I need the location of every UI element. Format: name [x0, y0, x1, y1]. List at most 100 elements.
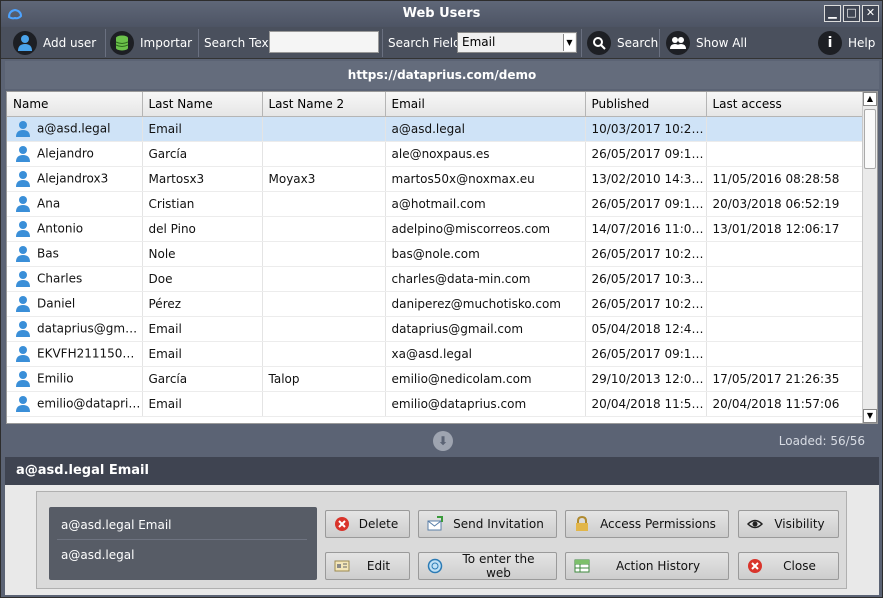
scroll-up-icon[interactable]: ▲: [863, 92, 877, 106]
table-row[interactable]: Antonio del Pino adelpino@miscorreos.com 14…: [7, 216, 864, 242]
table-cell: Email: [142, 391, 263, 417]
table-cell: Charles: [7, 266, 143, 292]
maximize-button[interactable]: □: [843, 5, 860, 22]
action-history-button[interactable]: Action History: [565, 552, 729, 580]
search-icon: [587, 31, 611, 55]
cell-text: EKVFH21115062747: [37, 346, 141, 360]
column-header[interactable]: Email: [385, 92, 586, 117]
table-cell: Antonio: [7, 216, 143, 242]
table-row[interactable]: Ana Cristian a@hotmail.com 26/05/2017 09:15…: [7, 191, 864, 217]
table-cell: 26/05/2017 09:15:40: [585, 191, 707, 217]
add-user-icon: [13, 31, 37, 55]
cell-text: Email: [148, 321, 182, 336]
search-field-select[interactable]: Email ▼: [457, 32, 577, 53]
close-window-button[interactable]: ✕: [862, 5, 879, 22]
vertical-scrollbar[interactable]: ▲ ▼: [862, 92, 877, 423]
table-cell: [706, 341, 864, 367]
table-cell: 17/05/2017 21:26:35: [706, 366, 864, 392]
cell-text: Emilio: [37, 371, 74, 385]
delete-icon: [335, 517, 349, 531]
import-button[interactable]: Importar: [110, 30, 192, 56]
send-invitation-button[interactable]: Send Invitation: [418, 510, 557, 538]
toolbar-divider: [659, 29, 660, 57]
table-cell: [262, 191, 386, 217]
toolbar: Add user Importar Search Text Search Fie…: [1, 27, 882, 59]
help-label: Help: [848, 36, 876, 50]
table-cell: Bas: [7, 241, 143, 267]
minimize-button[interactable]: ▁: [824, 5, 841, 22]
table-row[interactable]: Emilio García Talop emilio@nedicolam.com 29/…: [7, 366, 864, 392]
download-icon[interactable]: ⬇: [433, 431, 453, 451]
cell-text: 05/04/2018 12:49:42: [591, 321, 706, 336]
users-table: Name Last Name Last Name 2 Email Publish…: [6, 91, 878, 424]
column-header[interactable]: Name: [7, 92, 143, 117]
table-cell: [706, 266, 864, 292]
table-cell: 05/04/2018 12:49:42: [585, 316, 707, 342]
cell-text: Nole: [148, 246, 176, 261]
user-icon: [16, 145, 30, 162]
edit-button[interactable]: Edit: [325, 552, 410, 580]
table-cell: emilio@dataprius.com: [385, 391, 586, 417]
table-row[interactable]: Alejandrox3 Martosx3 Moyax3 martos50x@noxma…: [7, 166, 864, 192]
table-cell: Email: [142, 116, 263, 142]
help-button[interactable]: i Help: [818, 30, 875, 56]
toolbar-divider: [198, 29, 199, 57]
cell-text: emilio@dataprіu...: [37, 396, 142, 410]
table-cell: adelpino@miscorreos.com: [385, 216, 586, 242]
table-row[interactable]: dataprius@gmail... Email dataprius@gmail.c…: [7, 316, 864, 342]
table-cell: 26/05/2017 09:15:40: [585, 141, 707, 167]
loaded-count: Loaded: 56/56: [778, 434, 865, 448]
web-users-window: Web Users ▁ □ ✕ Add user Importar Search…: [0, 0, 883, 598]
send-mail-icon: [427, 516, 443, 531]
cell-text: 17/05/2017 21:26:35: [712, 371, 840, 386]
add-user-button[interactable]: Add user: [13, 30, 96, 56]
info-icon: i: [818, 31, 842, 55]
table-history-icon: [574, 559, 590, 573]
table-cell: 26/05/2017 10:34:53: [585, 266, 707, 292]
column-header[interactable]: Last Name: [142, 92, 263, 117]
table-row[interactable]: Daniel Pérez daniperez@muchotisko.com 26/05…: [7, 291, 864, 317]
users-icon: [666, 31, 690, 55]
column-header[interactable]: Last access: [706, 92, 864, 117]
close-button[interactable]: Close: [738, 552, 839, 580]
show-all-button[interactable]: Show All: [666, 30, 747, 56]
visibility-button[interactable]: Visibility: [738, 510, 839, 538]
cell-text: 11/05/2016 08:28:58: [712, 171, 840, 186]
search-text-label: Search Text: [204, 36, 274, 50]
table-row[interactable]: Charles Doe charles@data-min.com 26/05/2017…: [7, 266, 864, 292]
table-cell: dataprius@gmail.com: [385, 316, 586, 342]
close-icon: ✕: [865, 6, 876, 19]
column-header[interactable]: Last Name 2: [262, 92, 386, 117]
table-row[interactable]: Bas Nole bas@nole.com 26/05/2017 10:29:16: [7, 241, 864, 267]
table-cell: daniperez@muchotisko.com: [385, 291, 586, 317]
search-text-input[interactable]: [269, 31, 379, 53]
search-field-label: Search Field: [388, 36, 461, 50]
cell-text: Alejandrox3: [37, 171, 109, 185]
table-cell: dataprius@gmail...: [7, 316, 143, 342]
database-icon: [110, 31, 134, 55]
column-header[interactable]: Published: [585, 92, 707, 117]
table-cell: 14/07/2016 11:05:54: [585, 216, 707, 242]
lock-icon: [576, 516, 588, 531]
search-button[interactable]: Search: [587, 30, 658, 56]
cell-text: dataprius@gmail.com: [391, 321, 524, 336]
globe-search-icon: [427, 558, 443, 574]
url-bar: https://dataprius.com/demo: [5, 61, 879, 89]
user-icon: [16, 170, 30, 187]
scroll-thumb[interactable]: [864, 109, 876, 169]
table-row[interactable]: a@asd.legal Email a@asd.legal 10/03/2017 10…: [7, 116, 864, 142]
table-cell: [262, 391, 386, 417]
delete-button[interactable]: Delete: [325, 510, 410, 538]
scroll-down-icon[interactable]: ▼: [863, 409, 877, 423]
table-row[interactable]: Alejandro García ale@noxpaus.es 26/05/2017 …: [7, 141, 864, 167]
table-cell: [262, 141, 386, 167]
table-cell: Daniel: [7, 291, 143, 317]
table-cell: Pérez: [142, 291, 263, 317]
table-cell: Emilio: [7, 366, 143, 392]
access-permissions-button[interactable]: Access Permissions: [565, 510, 729, 538]
table-row[interactable]: emilio@dataprіu... Email emilio@dataprius.…: [7, 391, 864, 417]
cell-text: del Pino: [148, 221, 196, 236]
table-row[interactable]: EKVFH21115062747 Email xa@asd.legal 26/05/2…: [7, 341, 864, 367]
enter-web-button[interactable]: To enter the web: [418, 552, 557, 580]
table-header: Name Last Name Last Name 2 Email Publish…: [7, 92, 864, 117]
